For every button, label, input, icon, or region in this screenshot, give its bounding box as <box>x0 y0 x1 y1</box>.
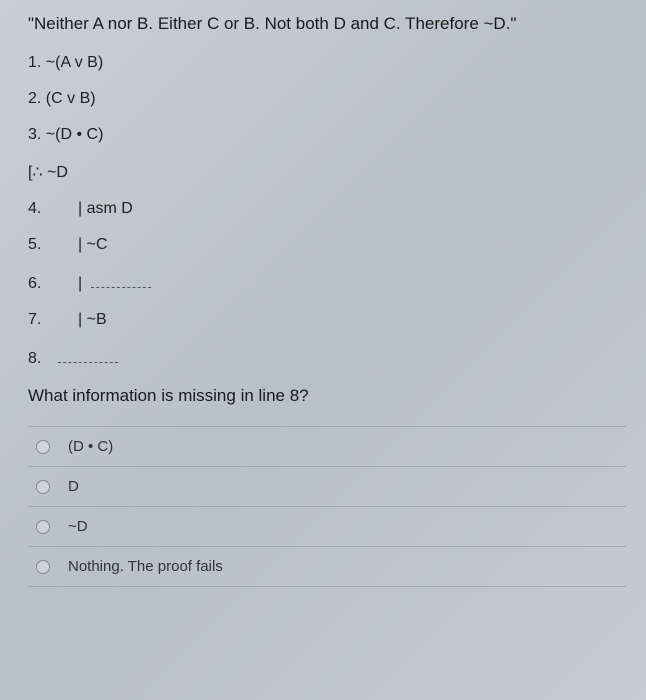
premise-2: 2. (C v B) <box>28 90 626 108</box>
conclusion-line: [∴ ~D <box>28 162 626 182</box>
proof-content: | <box>78 272 151 293</box>
proof-line-5: 5. | ~C <box>28 236 626 254</box>
radio-icon[interactable] <box>36 480 50 494</box>
proof-num: 7. <box>28 311 58 329</box>
proof-num: 6. <box>28 275 58 293</box>
option-label: D <box>68 478 79 495</box>
option-label: (D • C) <box>68 438 113 455</box>
option-a[interactable]: (D • C) <box>28 426 626 466</box>
blank-field <box>58 347 118 363</box>
radio-icon[interactable] <box>36 560 50 574</box>
option-c[interactable]: ~D <box>28 506 626 546</box>
premises-list: 1. ~(A v B) 2. (C v B) 3. ~(D • C) [∴ ~D <box>28 54 626 182</box>
radio-icon[interactable] <box>36 520 50 534</box>
proof-content: | ~B <box>78 311 107 329</box>
proof-line-4: 4. | asm D <box>28 200 626 218</box>
premise-1: 1. ~(A v B) <box>28 54 626 72</box>
proof-steps: 4. | asm D 5. | ~C 6. | 7. | ~B 8. <box>28 200 626 368</box>
blank-field <box>91 272 151 288</box>
option-label: ~D <box>68 518 88 535</box>
proof-line-7: 7. | ~B <box>28 311 626 329</box>
proof-line-8: 8. <box>28 347 626 368</box>
answer-options: (D • C) D ~D Nothing. The proof fails <box>28 426 626 587</box>
option-d[interactable]: Nothing. The proof fails <box>28 546 626 587</box>
proof-num: 4. <box>28 200 58 218</box>
problem-statement: "Neither A nor B. Either C or B. Not bot… <box>28 14 626 34</box>
proof-content: | asm D <box>78 200 133 218</box>
proof-num: 5. <box>28 236 58 254</box>
proof-line-6: 6. | <box>28 272 626 293</box>
premise-3: 3. ~(D • C) <box>28 126 626 144</box>
radio-icon[interactable] <box>36 440 50 454</box>
proof-content: | ~C <box>78 236 108 254</box>
option-b[interactable]: D <box>28 466 626 506</box>
proof-num: 8. <box>28 350 58 368</box>
option-label: Nothing. The proof fails <box>68 558 223 575</box>
question-prompt: What information is missing in line 8? <box>28 386 626 406</box>
